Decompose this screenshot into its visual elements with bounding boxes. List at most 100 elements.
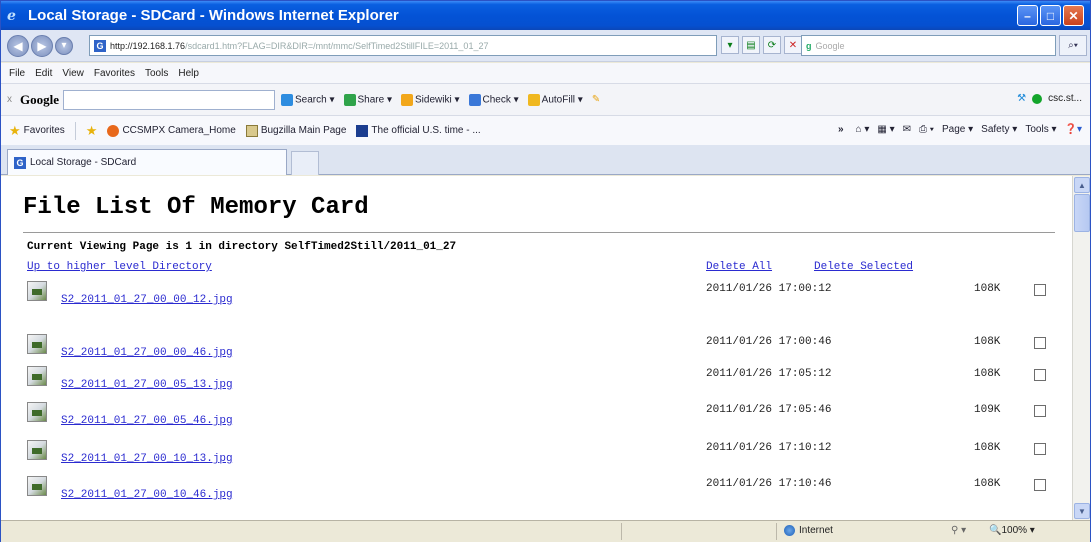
maximize-button[interactable]: □ [1040, 5, 1061, 26]
toolbar-close-icon[interactable]: x [7, 94, 12, 105]
file-link[interactable]: S2_2011_01_27_00_00_46.jpg [61, 347, 233, 359]
highlight-icon[interactable]: ✎ [592, 94, 600, 105]
favorites-divider [74, 121, 76, 140]
vertical-scrollbar[interactable]: ▲ ▼ [1072, 176, 1090, 520]
image-file-icon[interactable] [27, 440, 47, 460]
file-date: 2011/01/26 17:00:46 [706, 336, 832, 348]
refresh-icon[interactable]: ⟳ [763, 36, 781, 54]
status-bar: Internet ⚲ ▾ 🔍100% ▾ [1, 520, 1090, 542]
command-bar: » ⌂ ▾ ▦ ▾ ✉ ⎙ ▾ Page ▾ Safety ▾ Tools ▾ … [838, 124, 1082, 135]
status-divider [621, 523, 622, 540]
file-row: S2_2011_01_27_00_00_12.jpg 2011/01/26 17… [1, 281, 1072, 317]
file-date: 2011/01/26 17:05:12 [706, 368, 832, 380]
file-size: 108K [974, 283, 1001, 295]
forward-button[interactable]: ▶ [31, 34, 53, 57]
google-user[interactable]: csc.st... [1048, 93, 1082, 104]
window-controls: – □ ✕ [1017, 5, 1084, 26]
address-field[interactable]: G http://192.168.1.76 /sdcard1.htm?FLAG=… [89, 35, 717, 56]
tab-label: Local Storage - SDCard [30, 157, 137, 168]
google-search-button[interactable]: Search ▾ [281, 93, 335, 106]
close-button[interactable]: ✕ [1063, 5, 1084, 26]
google-logo: Google [20, 91, 59, 107]
menu-tools[interactable]: Tools [145, 68, 168, 79]
google-search-input[interactable] [63, 89, 275, 110]
mail-icon[interactable]: ✉ [903, 124, 911, 135]
menu-favorites[interactable]: Favorites [94, 68, 135, 79]
address-dropdown-icon[interactable]: ▾ [721, 36, 739, 54]
title-divider [23, 232, 1055, 233]
print-icon[interactable]: ⎙ ▾ [919, 124, 934, 135]
file-link[interactable]: S2_2011_01_27_00_10_46.jpg [61, 489, 233, 501]
file-row: S2_2011_01_27_00_05_46.jpg 2011/01/26 17… [1, 402, 1072, 438]
image-file-icon[interactable] [27, 281, 47, 301]
file-size: 108K [974, 442, 1001, 454]
new-tab-button[interactable] [291, 151, 319, 175]
help-icon[interactable]: ❓▾ [1065, 124, 1082, 135]
title-bar: e Local Storage - SDCard - Windows Inter… [1, 1, 1090, 30]
protected-mode-icon[interactable]: ⚲ ▾ [951, 525, 966, 536]
file-link[interactable]: S2_2011_01_27_00_05_46.jpg [61, 415, 233, 427]
favorites-star-icon: ★ [9, 122, 21, 138]
more-chevron-icon[interactable]: » [838, 124, 844, 135]
spellcheck-icon [468, 93, 481, 106]
file-checkbox[interactable] [1034, 369, 1046, 381]
file-size: 108K [974, 336, 1001, 348]
file-checkbox[interactable] [1034, 443, 1046, 455]
security-zone[interactable]: Internet [784, 525, 833, 536]
file-link[interactable]: S2_2011_01_27_00_10_13.jpg [61, 453, 233, 465]
settings-icon[interactable]: ⚒ [1017, 93, 1026, 104]
favorite-link-bugzilla[interactable]: Bugzilla Main Page [245, 124, 346, 137]
tab-local-storage[interactable]: G Local Storage - SDCard [7, 149, 287, 175]
safety-menu[interactable]: Safety ▾ [981, 124, 1017, 135]
ie-logo-icon: e [7, 7, 16, 24]
home-icon[interactable]: ⌂ ▾ [856, 124, 870, 135]
file-checkbox[interactable] [1034, 479, 1046, 491]
page-content: File List Of Memory Card Current Viewing… [1, 176, 1072, 520]
back-button[interactable]: ◀ [7, 34, 29, 57]
compatibility-icon[interactable]: ▤ [742, 36, 760, 54]
tools-menu[interactable]: Tools ▾ [1025, 124, 1056, 135]
menu-edit[interactable]: Edit [35, 68, 52, 79]
favorite-link-ccsmpx[interactable]: CCSMPX Camera_Home [107, 124, 236, 137]
search-button[interactable]: ⌕▾ [1059, 35, 1087, 56]
page-menu[interactable]: Page ▾ [942, 124, 973, 135]
menu-help[interactable]: Help [178, 68, 199, 79]
google-autofill-button[interactable]: AutoFill ▾ [527, 93, 583, 106]
google-share-button[interactable]: Share ▾ [343, 93, 392, 106]
history-dropdown-icon[interactable]: ▾ [55, 36, 73, 55]
scroll-thumb[interactable] [1074, 194, 1090, 232]
image-file-icon[interactable] [27, 366, 47, 386]
feeds-icon[interactable]: ▦ ▾ [877, 124, 894, 135]
image-file-icon[interactable] [27, 402, 47, 422]
menu-file[interactable]: File [9, 68, 25, 79]
add-favorite-icon[interactable]: ★ [86, 123, 98, 139]
favorite-link-ustime[interactable]: The official U.S. time - ... [356, 124, 481, 137]
image-file-icon[interactable] [27, 334, 47, 354]
file-checkbox[interactable] [1034, 337, 1046, 349]
zone-label: Internet [799, 525, 833, 536]
file-checkbox[interactable] [1034, 284, 1046, 296]
delete-selected-link[interactable]: Delete Selected [814, 261, 913, 273]
minimize-button[interactable]: – [1017, 5, 1038, 26]
scroll-down-icon[interactable]: ▼ [1074, 503, 1090, 519]
image-file-icon[interactable] [27, 476, 47, 496]
file-checkbox[interactable] [1034, 405, 1046, 417]
search-icon [281, 93, 293, 106]
file-size: 109K [974, 404, 1001, 416]
google-sidewiki-button[interactable]: Sidewiki ▾ [401, 93, 460, 106]
current-directory-text: Current Viewing Page is 1 in directory S… [27, 241, 457, 253]
file-link[interactable]: S2_2011_01_27_00_00_12.jpg [61, 294, 233, 306]
up-directory-link[interactable]: Up to higher level Directory [27, 261, 212, 273]
scroll-up-icon[interactable]: ▲ [1074, 177, 1090, 193]
file-row: S2_2011_01_27_00_10_46.jpg 2011/01/26 17… [1, 476, 1072, 512]
favorites-button[interactable]: Favorites [24, 125, 65, 136]
search-input[interactable]: g Google [801, 35, 1056, 56]
share-icon [343, 93, 356, 106]
menu-view[interactable]: View [62, 68, 84, 79]
zoom-level[interactable]: 🔍100% ▾ [989, 525, 1035, 536]
google-check-button[interactable]: Check ▾ [468, 93, 519, 106]
file-link[interactable]: S2_2011_01_27_00_05_13.jpg [61, 379, 233, 391]
stop-icon[interactable]: ✕ [784, 36, 802, 54]
delete-all-link[interactable]: Delete All [706, 261, 772, 273]
page-title: File List Of Memory Card [23, 194, 369, 221]
